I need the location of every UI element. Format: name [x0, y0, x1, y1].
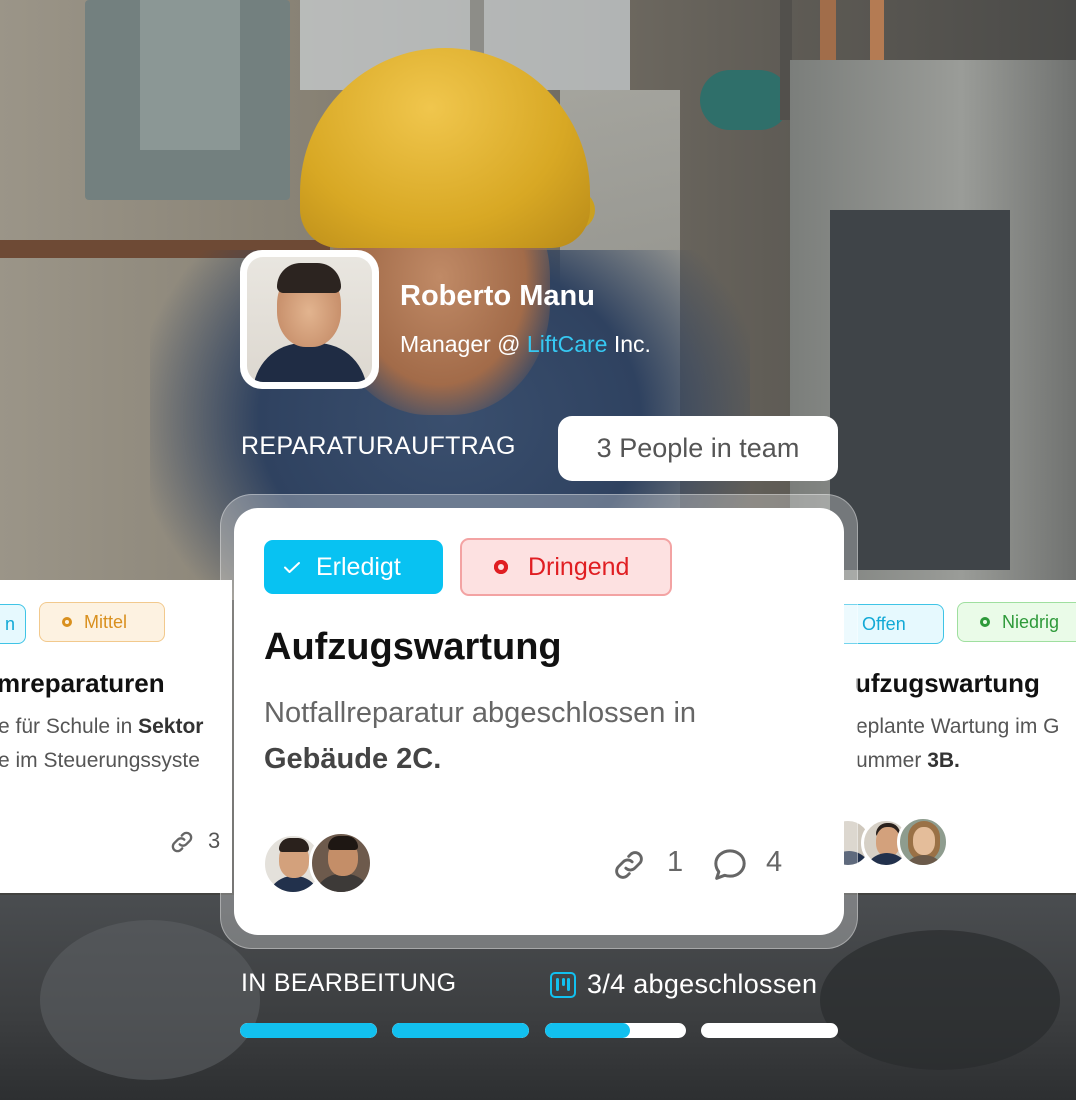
- status-badge-label: n: [4, 613, 15, 634]
- attachments-count: 1: [667, 846, 684, 878]
- progress-label: IN BEARBEITUNG: [241, 969, 457, 997]
- priority-badge: Niedrig: [957, 602, 1076, 642]
- progress-segment: [701, 1023, 838, 1038]
- dot-icon: [494, 560, 508, 574]
- status-badge: n: [0, 604, 26, 644]
- progress-segment: [240, 1023, 377, 1038]
- card-title: ufzugswartung: [855, 668, 1040, 698]
- priority-badge-label: Dringend: [528, 552, 630, 581]
- card-title: mreparaturen: [0, 668, 165, 698]
- priority-badge: Mittel: [39, 602, 165, 642]
- avatar[interactable]: [309, 831, 373, 895]
- company-link[interactable]: LiftCare: [527, 331, 608, 357]
- status-badge-label: Erledigt: [316, 552, 401, 581]
- bg-floor-detail: [40, 920, 260, 1080]
- priority-badge-label: Mittel: [84, 611, 128, 632]
- profile-role: Manager @ LiftCare Inc.: [400, 331, 651, 357]
- comment-icon[interactable]: [710, 845, 750, 885]
- priority-badge-label: Niedrig: [1002, 611, 1060, 632]
- task-card-left[interactable]: n Mittel mreparaturen e für Schule in Se…: [0, 580, 232, 893]
- link-icon[interactable]: [610, 846, 648, 884]
- task-card-right[interactable]: Offen Niedrig ufzugswartung eplante Wart…: [843, 580, 1076, 893]
- profile-photo: [247, 257, 372, 382]
- order-label: REPARATURAUFTRAG: [241, 432, 516, 460]
- status-badge-done[interactable]: Erledigt: [264, 540, 443, 594]
- card-description-line2: e im Steuerungssyste: [0, 749, 200, 772]
- card-description-line1: eplante Wartung im G: [856, 715, 1060, 738]
- check-icon: [284, 562, 300, 573]
- team-count-button[interactable]: 3 People in team: [558, 416, 838, 481]
- progress-segment: [545, 1023, 686, 1038]
- priority-badge-urgent[interactable]: Dringend: [460, 538, 672, 596]
- status-badge: Offen: [843, 604, 944, 644]
- status-badge-label: Offen: [862, 613, 906, 634]
- progress-segment: [392, 1023, 529, 1038]
- bg-machinery-inner: [830, 210, 1010, 570]
- link-icon: [171, 831, 193, 853]
- card-title: Aufzugswartung: [264, 626, 562, 668]
- bg-electrical-panel-inner: [140, 0, 240, 150]
- attachments-count: 3: [208, 828, 221, 853]
- dot-icon: [62, 617, 72, 627]
- progress-summary: 3/4 abgeschlossen: [587, 969, 818, 999]
- card-description-line1: e für Schule in Sektor: [0, 715, 204, 738]
- profile-name: Roberto Manu: [400, 280, 595, 312]
- avatar: [897, 816, 949, 868]
- card-description-line2: ummer 3B.: [856, 749, 960, 772]
- bg-floor-detail: [820, 930, 1060, 1070]
- profile-avatar[interactable]: [240, 250, 379, 389]
- comments-count: 4: [766, 846, 783, 878]
- card-description: Notfallreparatur abgeschlossen in Gebäud…: [264, 697, 697, 775]
- bg-valve: [700, 70, 790, 130]
- kanban-icon: [550, 972, 576, 998]
- dot-icon: [980, 617, 990, 627]
